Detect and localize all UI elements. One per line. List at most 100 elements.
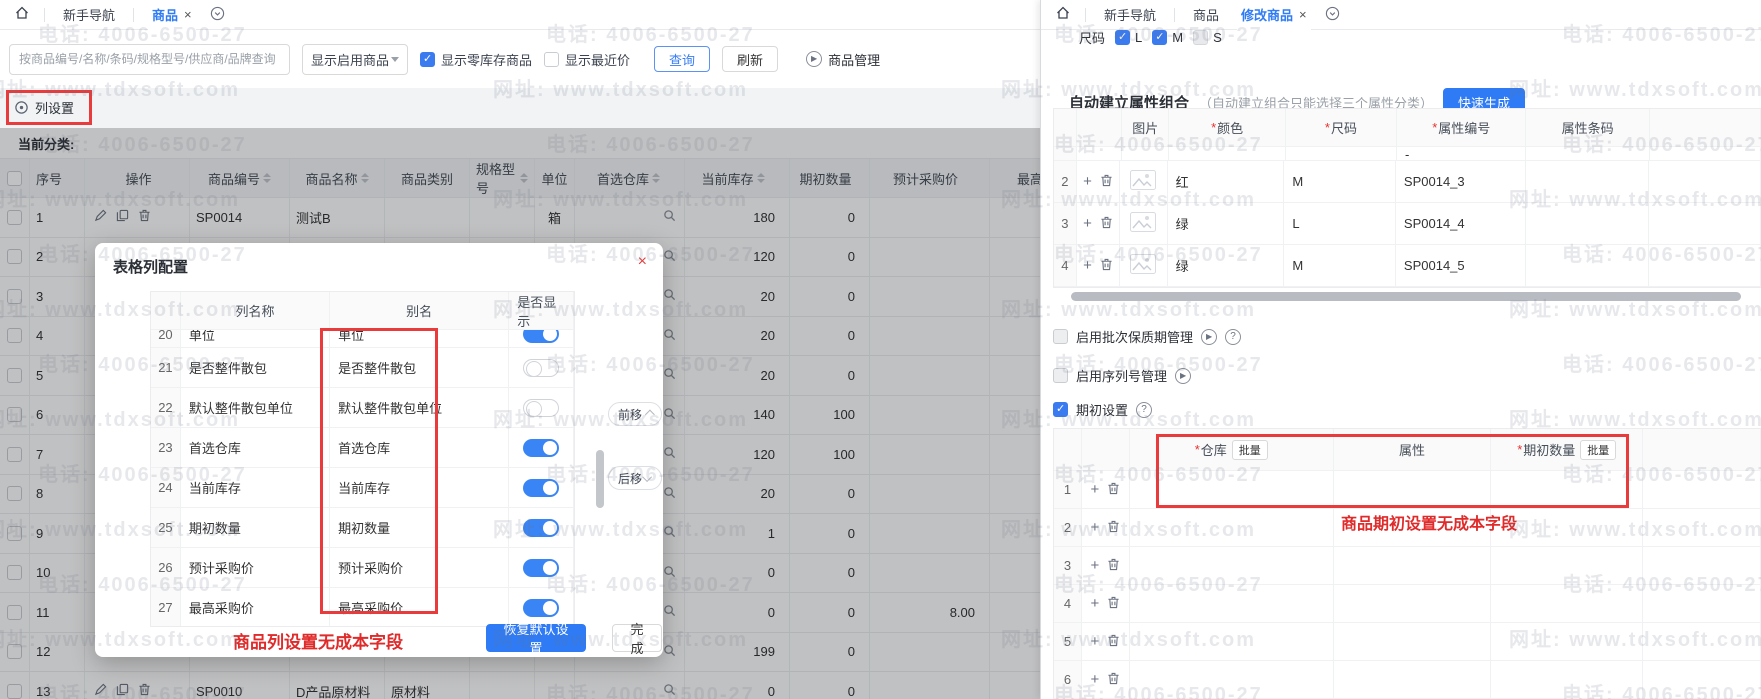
checkbox-checked-icon[interactable] <box>1152 30 1167 45</box>
add-row-icon[interactable]: + <box>1091 672 1100 687</box>
warehouse-cell[interactable] <box>1130 623 1334 660</box>
qty-batch-button[interactable]: 批量 <box>1580 440 1616 460</box>
refresh-button[interactable]: 刷新 <box>722 46 778 72</box>
play-circle-icon[interactable]: ▶ <box>1175 368 1191 384</box>
tabs-chevron-down-icon[interactable] <box>210 6 225 24</box>
help-circle-icon[interactable]: ? <box>1225 329 1241 345</box>
image-placeholder-icon[interactable] <box>1130 170 1156 193</box>
attribute-cell[interactable] <box>1334 471 1492 508</box>
initial-setup-checkbox[interactable] <box>1053 402 1068 417</box>
checkbox-disabled-icon[interactable] <box>1193 30 1208 45</box>
delete-row-icon[interactable] <box>1100 258 1113 274</box>
add-row-icon[interactable]: + <box>1091 520 1100 535</box>
visibility-toggle[interactable] <box>523 439 559 457</box>
move-up-button[interactable]: 前移 <box>608 402 662 426</box>
initial-qty-cell[interactable] <box>1491 547 1643 584</box>
delete-row-icon[interactable] <box>1107 672 1120 688</box>
attr-code-cell[interactable]: SP0014_5 <box>1396 245 1526 286</box>
delete-row-icon[interactable] <box>1107 558 1120 574</box>
horizontal-scrollbar[interactable] <box>1071 292 1741 301</box>
home-icon[interactable] <box>14 5 30 24</box>
warehouse-batch-button[interactable]: 批量 <box>1232 440 1268 460</box>
add-row-icon[interactable]: + <box>1083 258 1092 273</box>
warehouse-cell[interactable] <box>1130 585 1334 622</box>
visibility-toggle[interactable] <box>523 330 559 343</box>
help-circle-icon[interactable]: ? <box>1136 402 1152 418</box>
attr-code-cell[interactable]: SP0014_3 <box>1396 161 1526 202</box>
add-row-icon[interactable]: + <box>1091 596 1100 611</box>
add-row-icon[interactable]: + <box>1091 558 1100 573</box>
column-settings-button[interactable]: 列设置 <box>14 98 74 117</box>
checkbox-checked-icon[interactable] <box>420 52 435 67</box>
delete-row-icon[interactable] <box>1107 520 1120 536</box>
add-row-icon[interactable]: + <box>1091 634 1100 649</box>
tab-close-icon[interactable]: × <box>1299 7 1307 22</box>
done-button[interactable]: 完成 <box>612 624 662 652</box>
size-cell[interactable]: M <box>1284 161 1396 202</box>
initial-qty-cell[interactable] <box>1491 661 1643 698</box>
color-cell[interactable]: 绿 <box>1168 245 1285 286</box>
size-cell[interactable]: L <box>1284 203 1396 244</box>
visibility-toggle[interactable] <box>523 479 559 497</box>
batch-expiry-checkbox[interactable] <box>1053 329 1068 344</box>
recent-price-checkbox[interactable]: 显示最近价 <box>544 50 630 69</box>
size-option-l[interactable]: L <box>1115 30 1142 45</box>
color-cell[interactable]: 红 <box>1168 161 1285 202</box>
home-icon[interactable] <box>1055 5 1071 24</box>
warehouse-cell[interactable] <box>1130 509 1334 546</box>
tab-products[interactable]: 商品 <box>1189 0 1223 29</box>
warehouse-cell[interactable] <box>1130 661 1334 698</box>
tab-edit-product[interactable]: 修改商品 × <box>1237 0 1311 29</box>
attr-barcode-cell[interactable] <box>1526 161 1650 202</box>
checkbox-unchecked-icon[interactable] <box>544 52 559 67</box>
warehouse-cell[interactable] <box>1130 547 1334 584</box>
product-search-input[interactable] <box>9 44 290 75</box>
delete-row-icon[interactable] <box>1107 634 1120 650</box>
tab-newbie-nav[interactable]: 新手导航 <box>1100 0 1160 29</box>
delete-row-icon[interactable] <box>1100 174 1113 190</box>
restore-default-button[interactable]: 恢复默认设置 <box>486 624 586 652</box>
tab-close-icon[interactable]: × <box>184 7 192 22</box>
image-placeholder-icon[interactable] <box>1130 212 1156 235</box>
delete-row-icon[interactable] <box>1100 216 1113 232</box>
zero-stock-checkbox[interactable]: 显示零库存商品 <box>420 50 532 69</box>
scrollbar-thumb[interactable] <box>596 450 604 508</box>
product-filter-select[interactable]: 显示启用商品 <box>302 44 408 75</box>
tabs-chevron-down-icon[interactable] <box>1325 6 1340 24</box>
query-button[interactable]: 查询 <box>654 46 710 72</box>
visibility-toggle[interactable] <box>523 559 559 577</box>
visibility-toggle[interactable] <box>523 519 559 537</box>
visibility-toggle[interactable] <box>523 599 559 617</box>
color-cell[interactable]: 绿 <box>1168 203 1285 244</box>
attribute-cell[interactable] <box>1334 585 1492 622</box>
delete-row-icon[interactable] <box>1107 482 1120 498</box>
add-row-icon[interactable]: + <box>1083 174 1092 189</box>
attr-barcode-cell[interactable] <box>1526 245 1650 286</box>
initial-qty-cell[interactable] <box>1491 471 1643 508</box>
add-row-icon[interactable]: + <box>1083 216 1092 231</box>
visibility-toggle[interactable] <box>523 359 559 377</box>
image-placeholder-icon[interactable] <box>1130 254 1156 277</box>
serial-number-checkbox[interactable] <box>1053 368 1068 383</box>
size-cell[interactable]: M <box>1284 245 1396 286</box>
add-row-icon[interactable]: + <box>1091 482 1100 497</box>
product-manage-button[interactable]: ▶ 商品管理 <box>806 50 880 69</box>
visibility-toggle[interactable] <box>523 399 559 417</box>
initial-qty-cell[interactable] <box>1491 585 1643 622</box>
play-circle-icon[interactable]: ▶ <box>1201 329 1217 345</box>
attribute-cell[interactable] <box>1334 661 1492 698</box>
size-option-m[interactable]: M <box>1152 30 1183 45</box>
tab-newbie-nav[interactable]: 新手导航 <box>59 0 119 29</box>
size-option-s[interactable]: S <box>1193 30 1222 45</box>
attr-barcode-cell[interactable] <box>1526 203 1650 244</box>
close-icon[interactable]: × <box>638 253 647 271</box>
checkbox-checked-icon[interactable] <box>1115 30 1130 45</box>
tab-products[interactable]: 商品 × <box>148 0 196 29</box>
attribute-cell[interactable] <box>1334 623 1492 660</box>
delete-row-icon[interactable] <box>1107 596 1120 612</box>
attribute-cell[interactable] <box>1334 547 1492 584</box>
attr-code-cell[interactable]: SP0014_4 <box>1396 203 1526 244</box>
warehouse-cell[interactable] <box>1130 471 1334 508</box>
initial-qty-cell[interactable] <box>1491 623 1643 660</box>
move-down-button[interactable]: 后移 <box>608 466 662 490</box>
